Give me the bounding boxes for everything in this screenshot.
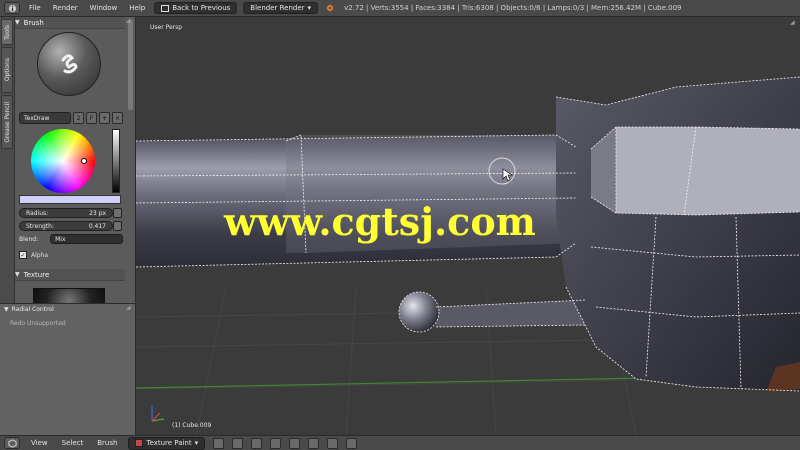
- tool-shelf: Tools Options Grease Pencil ▼ Brush TexD…: [0, 17, 136, 305]
- watermark-text: www.cgtsj.com: [224, 199, 536, 244]
- brush-users-value: 2: [76, 114, 81, 122]
- menu-brush[interactable]: Brush: [94, 439, 120, 447]
- brush-selector-row: TexDraw 2 F + ×: [19, 112, 123, 124]
- tab-grease-pencil-label: Grease Pencil: [3, 101, 11, 143]
- add-brush-button[interactable]: +: [99, 112, 110, 124]
- radius-pressure-toggle[interactable]: [113, 208, 122, 218]
- chevron-down-icon: ▾: [307, 4, 312, 12]
- tab-grease-pencil[interactable]: Grease Pencil: [1, 95, 13, 149]
- radius-value: 23 px: [89, 209, 106, 217]
- blend-label: Blend:: [19, 235, 39, 243]
- panel-corner-icon[interactable]: ◢: [126, 304, 131, 311]
- tool-shelf-tabs: Tools Options Grease Pencil: [0, 17, 15, 303]
- mode-select[interactable]: Texture Paint ▾: [128, 436, 206, 450]
- close-icon: ×: [114, 114, 121, 122]
- alpha-row: ✓ Alpha: [19, 250, 48, 260]
- tab-options[interactable]: Options: [1, 47, 13, 93]
- tab-tools[interactable]: Tools: [1, 19, 13, 45]
- tool-shelf-scrollbar[interactable]: [128, 20, 133, 110]
- view3d-icon: [7, 438, 17, 448]
- 3d-viewport[interactable]: User Persp (1) Cube.009 www.cgtsj.com ◢: [136, 17, 800, 435]
- strength-slider[interactable]: Strength: 0.417: [19, 221, 113, 231]
- redo-panel-title: Radial Control: [11, 305, 54, 313]
- blend-row: Blend: Mix: [19, 234, 123, 244]
- collapse-triangle-icon: ▼: [4, 305, 9, 313]
- screen-icon: [161, 4, 170, 12]
- scene-stats: v2.72 | Verts:3554 | Faces:3384 | Tris:6…: [344, 4, 682, 12]
- alpha-label: Alpha: [31, 251, 49, 259]
- blend-value: Mix: [55, 235, 66, 243]
- collapse-triangle-icon: ▼: [15, 19, 20, 26]
- opengl-render-button[interactable]: [346, 437, 358, 449]
- view-perspective-label: User Persp: [150, 24, 183, 31]
- blender-logo-icon: [326, 4, 334, 12]
- mode-label: Texture Paint: [146, 439, 192, 447]
- color-picker-cursor[interactable]: [81, 158, 87, 164]
- render-engine-label: Blender Render: [250, 4, 305, 12]
- brush-preview[interactable]: [37, 32, 101, 96]
- tool-shelf-content: ▼ Brush TexDraw 2 F + × Radius: 23 px St…: [15, 17, 125, 305]
- brush-name-field[interactable]: TexDraw: [19, 112, 71, 124]
- layer-button[interactable]: [289, 437, 301, 449]
- info-header: File Render Window Help Back to Previous…: [0, 0, 800, 17]
- check-icon: ✓: [20, 251, 26, 259]
- menu-file[interactable]: File: [26, 4, 44, 12]
- collapse-triangle-icon: ▼: [15, 271, 20, 278]
- brush-fake-user-button[interactable]: F: [86, 112, 97, 124]
- redo-unsupported-text: Redo Unsupported: [10, 320, 66, 327]
- radius-slider[interactable]: Radius: 23 px: [19, 208, 113, 218]
- strength-value: 0.417: [88, 222, 106, 230]
- back-to-previous-button[interactable]: Back to Previous: [154, 2, 238, 14]
- value-slider[interactable]: [112, 129, 120, 193]
- layer-button[interactable]: [251, 437, 263, 449]
- texture-panel-title: Texture: [23, 270, 50, 279]
- render-engine-select[interactable]: Blender Render ▾: [243, 2, 319, 14]
- brush-color-swatch[interactable]: [19, 195, 121, 204]
- unlink-brush-button[interactable]: ×: [112, 112, 123, 124]
- menu-view[interactable]: View: [28, 439, 51, 447]
- texture-panel-header[interactable]: ▼ Texture: [15, 269, 125, 281]
- info-icon: [8, 4, 16, 12]
- strength-label: Strength:: [26, 222, 54, 230]
- active-object-label: (1) Cube.009: [172, 422, 212, 429]
- panel-corner-icon[interactable]: ◢: [126, 17, 131, 24]
- chevron-down-icon: ▾: [194, 439, 199, 447]
- editor-type-button[interactable]: [4, 437, 20, 449]
- radius-label: Radius:: [26, 209, 49, 217]
- redo-panel-header[interactable]: ▼ Radial Control: [0, 304, 135, 314]
- blend-select[interactable]: Mix: [50, 234, 123, 244]
- render-preview-button[interactable]: [327, 437, 339, 449]
- pivot-button[interactable]: [232, 437, 244, 449]
- layer-button[interactable]: [270, 437, 282, 449]
- strength-pressure-toggle[interactable]: [113, 221, 122, 231]
- menu-select[interactable]: Select: [59, 439, 87, 447]
- menu-render[interactable]: Render: [50, 4, 81, 12]
- back-to-previous-label: Back to Previous: [172, 4, 231, 12]
- plus-icon: +: [101, 114, 108, 122]
- brush-users-count[interactable]: 2: [73, 112, 84, 124]
- brush-stroke-icon: [61, 54, 78, 74]
- editor-type-button[interactable]: [4, 2, 20, 14]
- tab-options-label: Options: [3, 58, 11, 82]
- brush-panel-title: Brush: [23, 18, 44, 27]
- redo-panel: ▼ Radial Control Redo Unsupported ◢: [0, 303, 136, 435]
- alpha-checkbox[interactable]: ✓: [19, 251, 27, 259]
- menu-window[interactable]: Window: [87, 4, 121, 12]
- tab-tools-label: Tools: [3, 24, 11, 40]
- brush-fake-user-label: F: [89, 114, 94, 122]
- layer-button[interactable]: [308, 437, 320, 449]
- menu-help[interactable]: Help: [126, 4, 148, 12]
- brush-panel-header[interactable]: ▼ Brush: [15, 17, 125, 29]
- viewport-corner-icon[interactable]: ◢: [790, 19, 795, 26]
- viewport-shading-button[interactable]: [213, 437, 225, 449]
- brush-name-value: TexDraw: [24, 114, 50, 122]
- viewport-header: View Select Brush Texture Paint ▾: [0, 435, 800, 450]
- texture-paint-icon: [135, 439, 144, 447]
